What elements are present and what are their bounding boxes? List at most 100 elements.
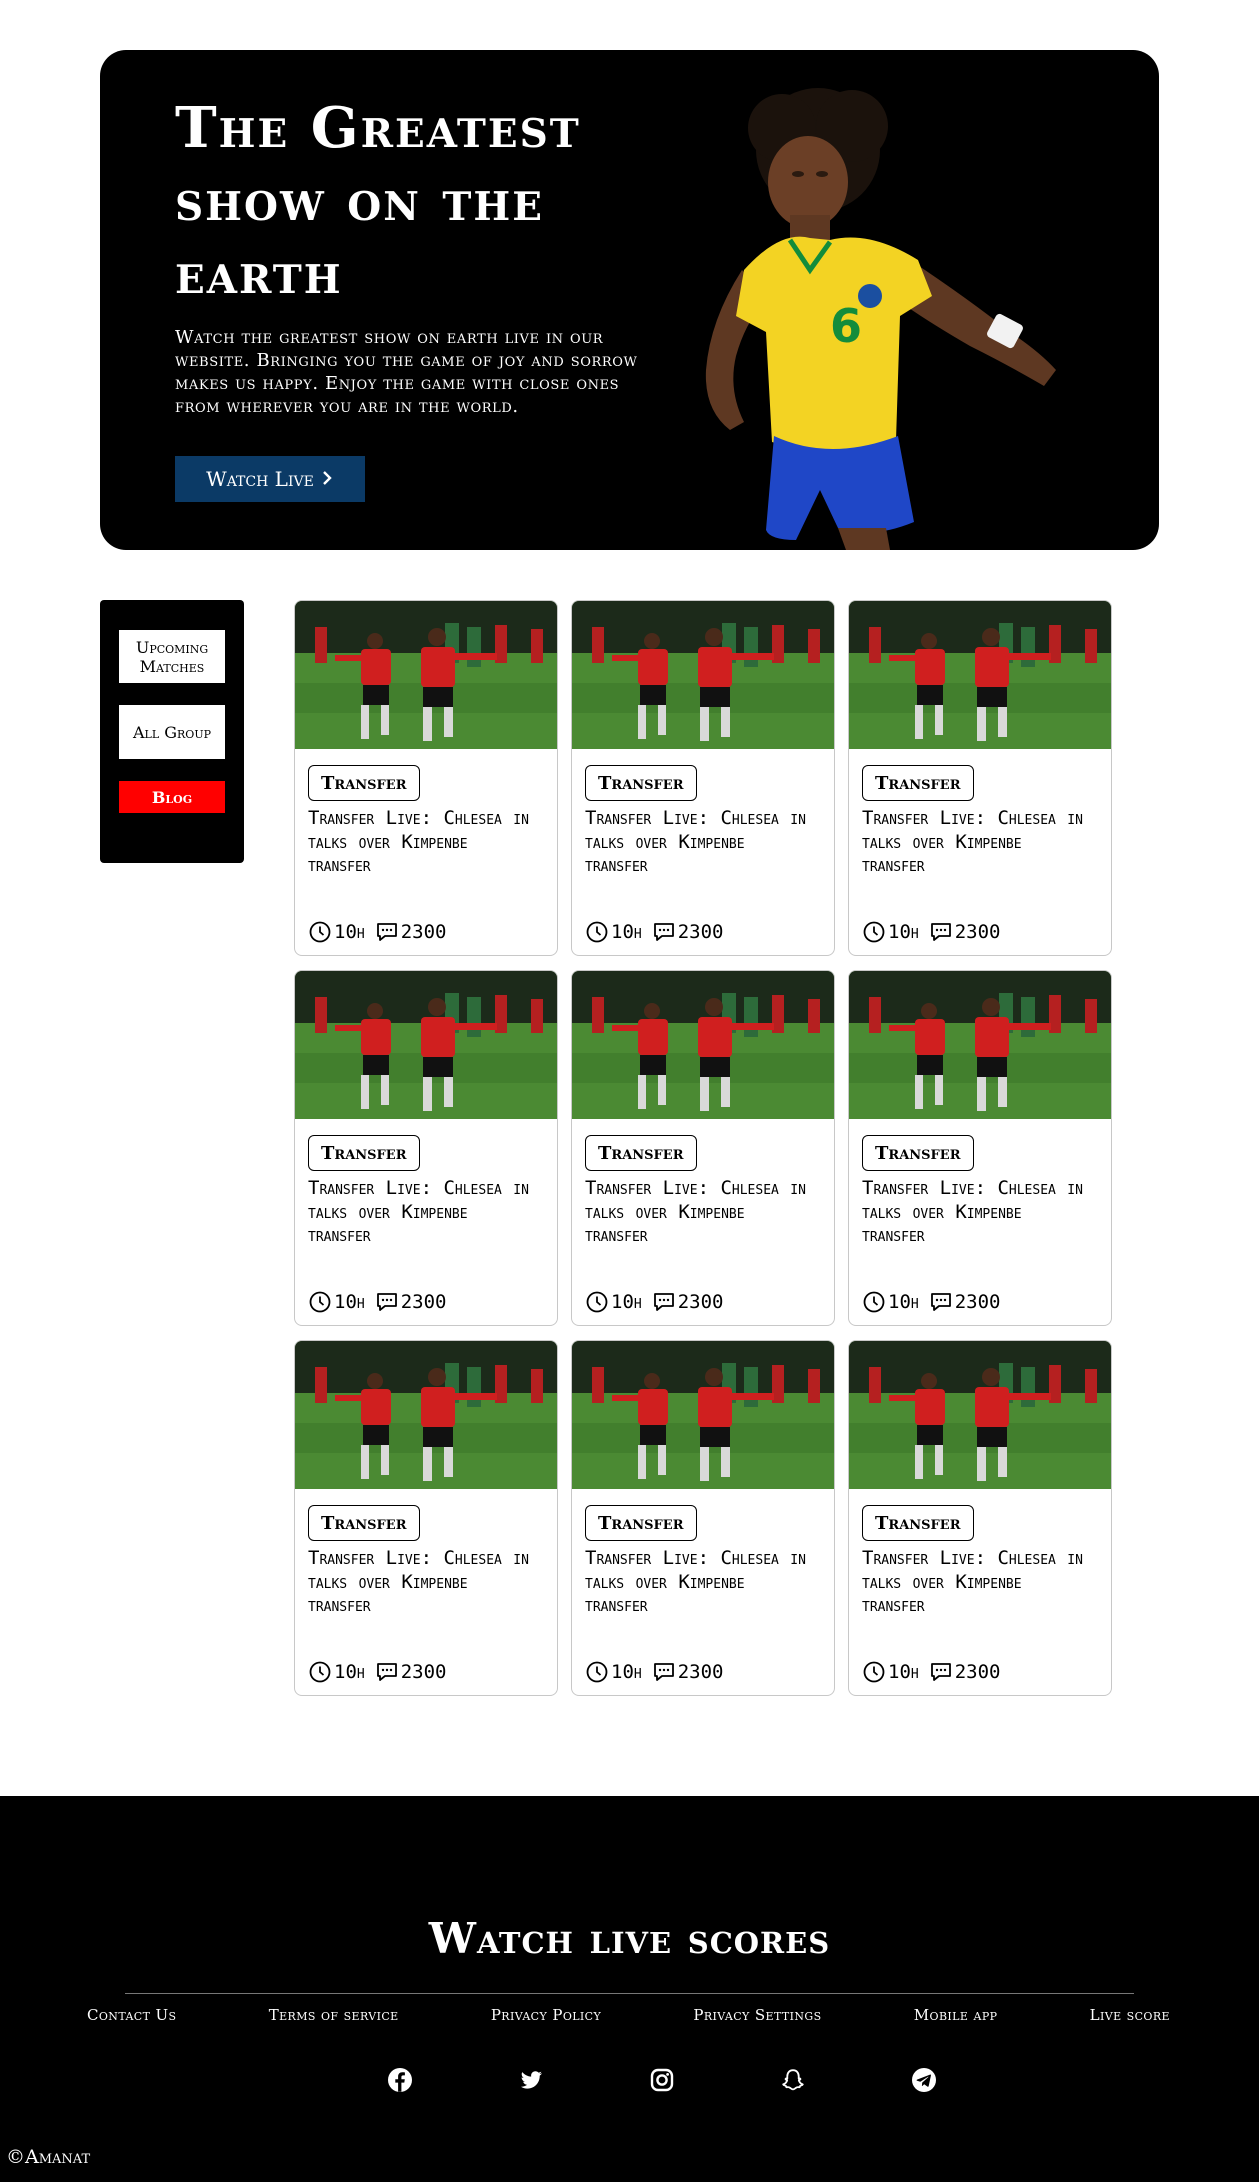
news-card[interactable]: Transfer Transfer Live: Chlesea in talks… (294, 970, 558, 1326)
category-tag[interactable]: Transfer (308, 765, 420, 801)
card-comment-count: 2300 (677, 921, 724, 943)
card-time: 10h (888, 1291, 919, 1313)
news-card-grid: Transfer Transfer Live: Chlesea in talks… (294, 600, 1114, 1696)
comment-icon (652, 1290, 676, 1314)
category-tag[interactable]: Transfer (862, 1505, 974, 1541)
footer-link-mobile-app[interactable]: Mobile app (914, 2006, 998, 2024)
card-title[interactable]: Transfer Live: Chlesea in talks over Kim… (585, 1547, 815, 1618)
svg-text:6: 6 (830, 299, 862, 353)
sidebar-item-blog[interactable]: Blog (119, 781, 225, 813)
category-tag[interactable]: Transfer (862, 765, 974, 801)
news-card[interactable]: Transfer Transfer Live: Chlesea in talks… (294, 600, 558, 956)
card-comment-count: 2300 (400, 1291, 447, 1313)
hero-title: The Greatest show on the earth (175, 95, 581, 307)
category-tag[interactable]: Transfer (585, 1505, 697, 1541)
match-photo (295, 601, 557, 749)
copyright: ©Amanat (6, 2146, 91, 2168)
facebook-icon[interactable] (386, 2066, 414, 2094)
card-time: 10h (611, 1661, 642, 1683)
news-card[interactable]: Transfer Transfer Live: Chlesea in talks… (294, 1340, 558, 1696)
category-tag[interactable]: Transfer (862, 1135, 974, 1171)
telegram-icon[interactable] (910, 2066, 938, 2094)
match-photo (295, 1341, 557, 1489)
card-meta: 10h 2300 (862, 919, 1000, 945)
card-title[interactable]: Transfer Live: Chlesea in talks over Kim… (862, 807, 1092, 878)
card-meta: 10h 2300 (862, 1659, 1000, 1685)
clock-icon (308, 1660, 332, 1684)
card-time: 10h (888, 921, 919, 943)
card-meta: 10h 2300 (308, 919, 446, 945)
clock-icon (862, 1660, 886, 1684)
match-photo (295, 971, 557, 1119)
comment-icon (929, 1290, 953, 1314)
card-title[interactable]: Transfer Live: Chlesea in talks over Kim… (585, 807, 815, 878)
card-comment-count: 2300 (677, 1661, 724, 1683)
category-tag[interactable]: Transfer (585, 1135, 697, 1171)
sidebar-item-all-group[interactable]: All Group (119, 705, 225, 759)
news-card[interactable]: Transfer Transfer Live: Chlesea in talks… (571, 1340, 835, 1696)
card-time: 10h (611, 921, 642, 943)
footer: Watch live scores Contact Us Terms of se… (0, 1796, 1259, 2182)
hero-banner: The Greatest show on the earth Watch the… (100, 50, 1159, 550)
footer-link-live-score[interactable]: Live score (1090, 2006, 1170, 2024)
news-card[interactable]: Transfer Transfer Live: Chlesea in talks… (848, 970, 1112, 1326)
card-time: 10h (334, 1661, 365, 1683)
card-meta: 10h 2300 (585, 1659, 723, 1685)
match-photo (849, 601, 1111, 749)
card-title[interactable]: Transfer Live: Chlesea in talks over Kim… (308, 807, 538, 878)
clock-icon (585, 920, 609, 944)
card-meta: 10h 2300 (585, 1289, 723, 1315)
footer-link-contact-us[interactable]: Contact Us (87, 2006, 177, 2024)
category-tag[interactable]: Transfer (308, 1505, 420, 1541)
card-title[interactable]: Transfer Live: Chlesea in talks over Kim… (308, 1547, 538, 1618)
hero-description: Watch the greatest show on earth live in… (175, 327, 638, 417)
card-meta: 10h 2300 (308, 1659, 446, 1685)
football-player-image: 6 (705, 88, 1056, 550)
clock-icon (308, 920, 332, 944)
footer-divider (125, 1993, 1134, 1994)
instagram-icon[interactable] (648, 2066, 676, 2094)
comment-icon (375, 1660, 399, 1684)
news-card[interactable]: Transfer Transfer Live: Chlesea in talks… (571, 970, 835, 1326)
clock-icon (308, 1290, 332, 1314)
card-time: 10h (334, 921, 365, 943)
card-title[interactable]: Transfer Live: Chlesea in talks over Kim… (862, 1177, 1092, 1248)
card-title[interactable]: Transfer Live: Chlesea in talks over Kim… (308, 1177, 538, 1248)
sidebar-item-upcoming-matches[interactable]: Upcoming Matches (119, 630, 225, 683)
card-time: 10h (888, 1661, 919, 1683)
footer-links: Contact Us Terms of service Privacy Poli… (87, 2006, 1170, 2024)
card-meta: 10h 2300 (862, 1289, 1000, 1315)
snapchat-icon[interactable] (779, 2066, 807, 2094)
card-comment-count: 2300 (954, 921, 1001, 943)
card-meta: 10h 2300 (585, 919, 723, 945)
comment-icon (375, 920, 399, 944)
card-meta: 10h 2300 (308, 1289, 446, 1315)
card-comment-count: 2300 (677, 1291, 724, 1313)
sidebar: Upcoming Matches All Group Blog (100, 600, 244, 863)
comment-icon (375, 1290, 399, 1314)
comment-icon (929, 920, 953, 944)
news-card[interactable]: Transfer Transfer Live: Chlesea in talks… (848, 600, 1112, 956)
twitter-icon[interactable] (517, 2066, 545, 2094)
category-tag[interactable]: Transfer (585, 765, 697, 801)
card-time: 10h (611, 1291, 642, 1313)
card-time: 10h (334, 1291, 365, 1313)
footer-link-privacy-policy[interactable]: Privacy Policy (491, 2006, 601, 2024)
footer-link-terms-of-service[interactable]: Terms of service (269, 2006, 399, 2024)
card-comment-count: 2300 (954, 1661, 1001, 1683)
card-title[interactable]: Transfer Live: Chlesea in talks over Kim… (585, 1177, 815, 1248)
match-photo (572, 1341, 834, 1489)
match-photo (572, 971, 834, 1119)
news-card[interactable]: Transfer Transfer Live: Chlesea in talks… (848, 1340, 1112, 1696)
card-comment-count: 2300 (400, 1661, 447, 1683)
match-photo (849, 971, 1111, 1119)
card-title[interactable]: Transfer Live: Chlesea in talks over Kim… (862, 1547, 1092, 1618)
watch-live-button[interactable]: Watch Live (175, 456, 365, 502)
watch-live-label: Watch Live (206, 467, 314, 491)
category-tag[interactable]: Transfer (308, 1135, 420, 1171)
news-card[interactable]: Transfer Transfer Live: Chlesea in talks… (571, 600, 835, 956)
social-links (386, 2063, 938, 2097)
clock-icon (862, 920, 886, 944)
comment-icon (929, 1660, 953, 1684)
footer-link-privacy-settings[interactable]: Privacy Settings (693, 2006, 821, 2024)
